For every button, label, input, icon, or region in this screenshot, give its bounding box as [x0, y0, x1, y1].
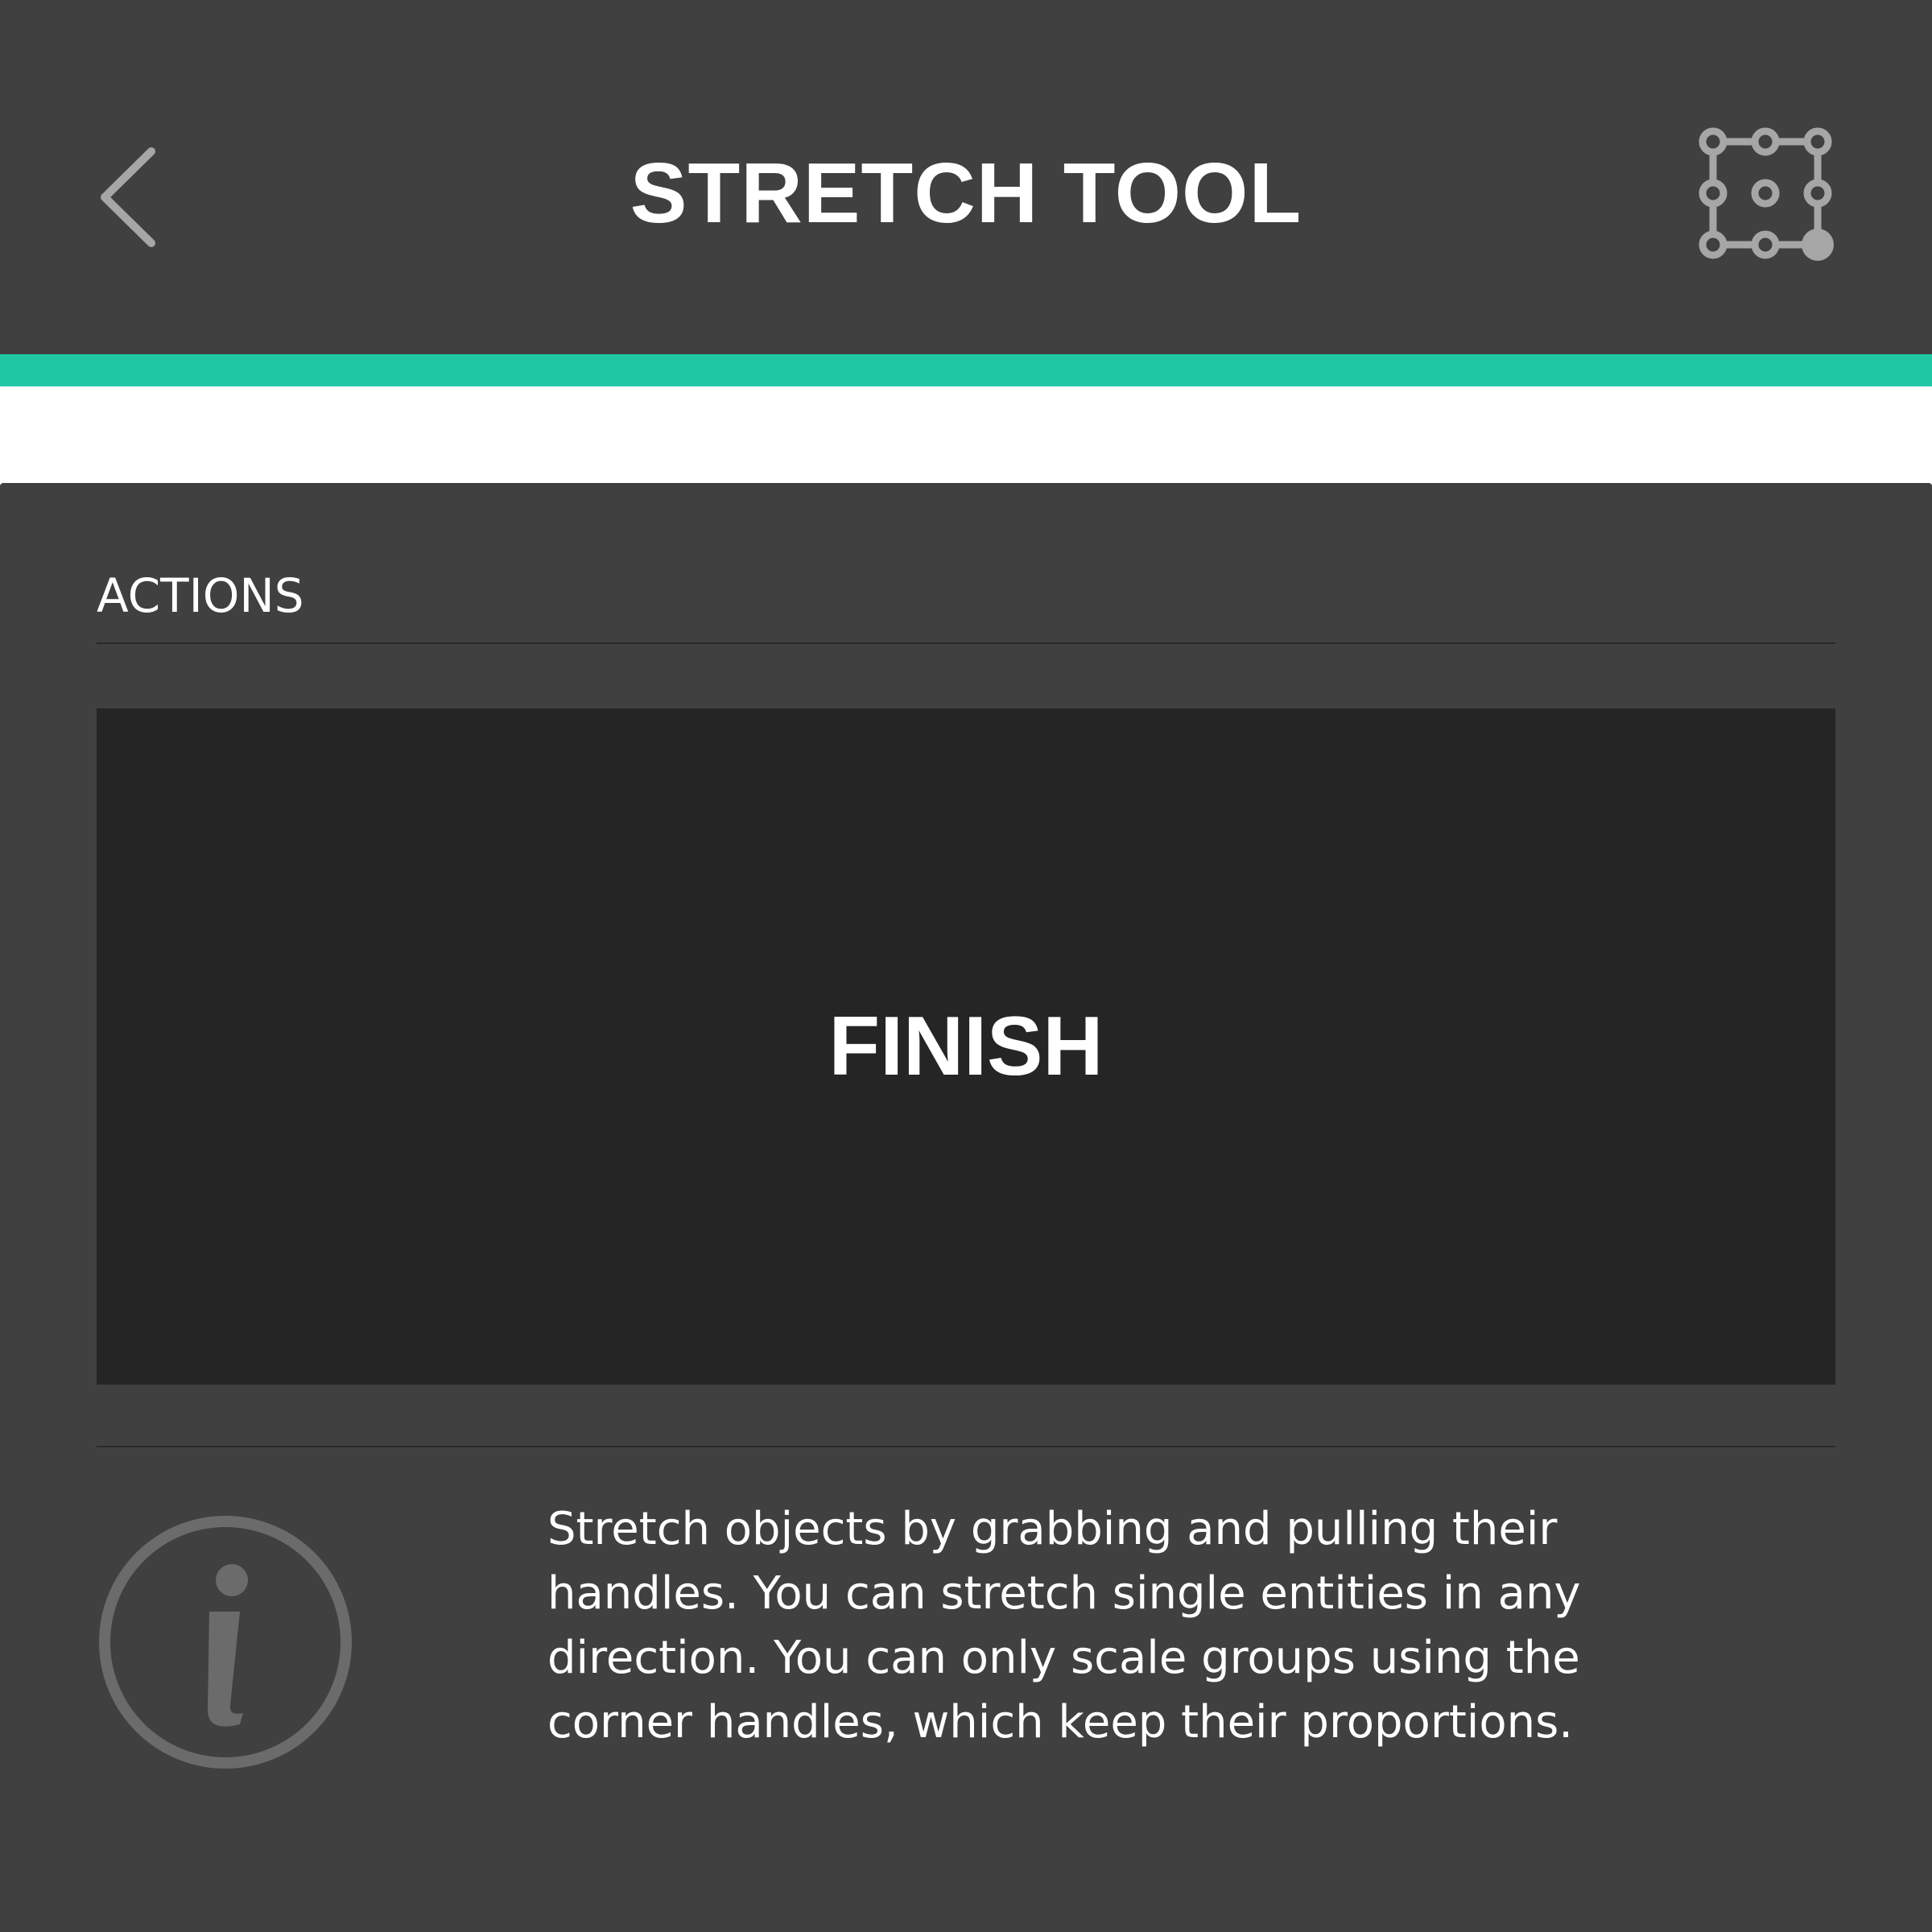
accent-bar — [0, 354, 1932, 386]
stretch-handles-icon[interactable] — [1690, 121, 1843, 266]
finish-button[interactable]: FINISH — [97, 708, 1835, 1385]
divider — [97, 1446, 1835, 1447]
actions-panel: ACTIONS FINISH Stretch objects by grabbi… — [0, 483, 1932, 1932]
divider — [97, 642, 1835, 644]
info-text: Stretch objects by grabbing and pulling … — [547, 1503, 1581, 1748]
section-label-actions: ACTIONS — [97, 568, 304, 623]
page-title: STRETCH TOOL — [630, 146, 1302, 241]
header-bar: STRETCH TOOL — [0, 0, 1932, 354]
info-icon — [97, 1513, 354, 1771]
